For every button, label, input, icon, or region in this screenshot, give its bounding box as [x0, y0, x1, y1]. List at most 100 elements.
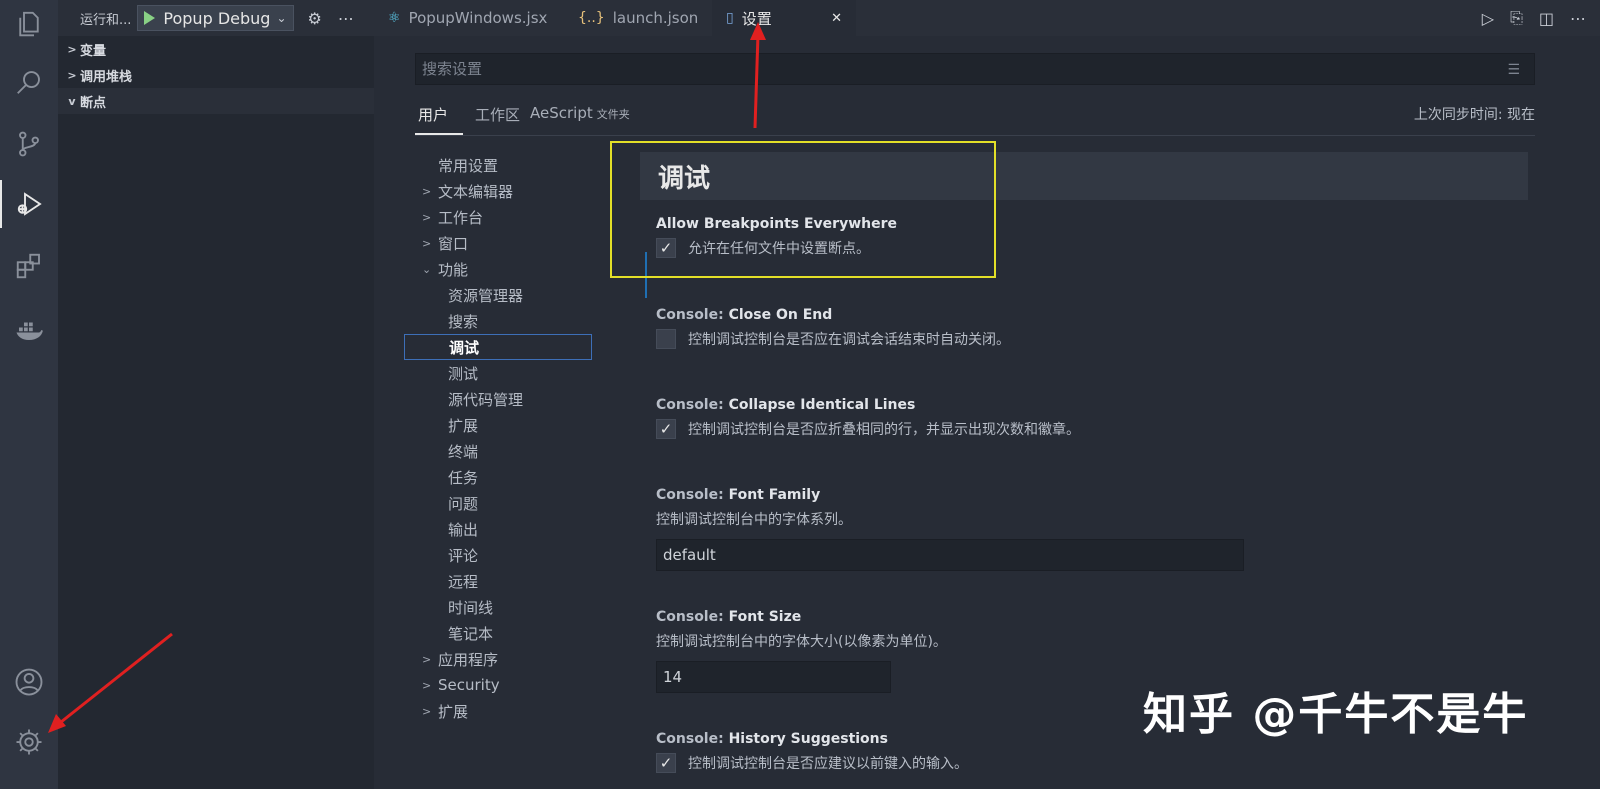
close-icon[interactable]: ✕ — [831, 11, 842, 26]
tab-label: PopupWindows.jsx — [408, 9, 548, 27]
search-input[interactable] — [422, 60, 1528, 78]
launch-config-select[interactable]: Popup Debug ⌄ — [137, 5, 294, 31]
run-view-header: 运行和... Popup Debug ⌄ ⚙ ⋯ — [58, 0, 374, 36]
tab-popupwindows[interactable]: ⚛ PopupWindows.jsx — [374, 0, 561, 36]
extensions-icon[interactable] — [0, 242, 58, 290]
run-view-title: 运行和... — [80, 12, 132, 28]
toc-item-label: 时间线 — [448, 598, 494, 617]
font-size-input[interactable]: 14 — [656, 661, 891, 693]
toc-item-label: 资源管理器 — [448, 286, 524, 305]
annotation-arrow-gear — [48, 632, 173, 733]
toc-item-label: 应用程序 — [438, 650, 499, 669]
more-actions-icon[interactable]: ⋯ — [1570, 9, 1586, 28]
toc-item[interactable]: 时间线 — [404, 594, 594, 620]
toc-item-label: Security — [438, 676, 500, 694]
filter-icon[interactable]: ☰ — [1507, 62, 1520, 78]
toc-item[interactable]: 扩展 — [404, 412, 594, 438]
checkbox[interactable] — [656, 329, 676, 349]
setting-description: 控制调试控制台是否应在调试会话结束时自动关闭。 — [688, 332, 1010, 348]
setting-title: Console: Close On End — [656, 307, 1010, 323]
annotation-arrow-up — [750, 22, 766, 129]
tab-label: launch.json — [612, 9, 699, 27]
explorer-icon[interactable] — [0, 0, 58, 48]
setting-title: Console: Font Size — [656, 609, 891, 625]
toc-item[interactable]: 常用设置 — [404, 152, 594, 178]
setting-name: Font Family — [728, 487, 821, 503]
toc-item-label: 任务 — [448, 468, 479, 487]
toc-item[interactable]: 终端 — [404, 438, 594, 464]
toc-item[interactable]: 搜索 — [404, 308, 594, 334]
toc-item-label: 常用设置 — [438, 156, 499, 175]
tab-workspace[interactable]: 工作区 — [475, 104, 520, 125]
checkbox[interactable]: ✓ — [656, 753, 676, 773]
toc-item[interactable]: 源代码管理 — [404, 386, 594, 412]
chevron-right-icon: > — [422, 678, 432, 692]
toc-item-label: 工作台 — [438, 208, 484, 227]
toc-item[interactable]: 问题 — [404, 490, 594, 516]
setting-name: Font Size — [728, 609, 802, 625]
setting-history-suggestions: Console: History Suggestions ✓ 控制调试控制台是否… — [656, 731, 968, 773]
toc-item[interactable]: > 窗口 — [404, 230, 594, 256]
open-json-icon[interactable]: ⎘ — [1510, 8, 1523, 28]
tab-launch-json[interactable]: {..} launch.json — [564, 0, 712, 36]
section-label: 变量 — [80, 43, 107, 59]
json-icon: {..} — [578, 10, 605, 26]
toc-item-label: 窗口 — [438, 234, 469, 253]
more-actions-icon[interactable]: ⋯ — [338, 9, 354, 28]
chevron-right-icon: > — [422, 704, 432, 718]
setting-description: 控制调试控制台中的字体大小(以像素为单位)。 — [656, 634, 947, 650]
source-control-icon[interactable] — [0, 120, 58, 168]
editor-tabs: ⚛ PopupWindows.jsx {..} launch.json ▯ 设置… — [374, 0, 1600, 36]
setting-name: History Suggestions — [728, 731, 888, 747]
checkbox[interactable]: ✓ — [656, 419, 676, 439]
toc-item[interactable]: > Security — [404, 672, 594, 698]
setting-category: Console: — [656, 397, 729, 413]
setting-font-size: Console: Font Size 控制调试控制台中的字体大小(以像素为单位)… — [656, 609, 947, 693]
font-family-input[interactable]: default — [656, 539, 1244, 571]
toc-item[interactable]: > 扩展 — [404, 698, 594, 724]
toc-item[interactable]: 远程 — [404, 568, 594, 594]
toc-item-label: 远程 — [448, 572, 479, 591]
setting-category: Console: — [656, 307, 729, 323]
toc-item-label: 功能 — [438, 260, 469, 279]
chevron-down-icon[interactable]: ⌄ — [276, 11, 286, 25]
toc-item[interactable]: 调试 — [404, 334, 592, 360]
setting-category: Console: — [656, 609, 729, 625]
toc-item[interactable]: ⌄ 功能 — [404, 256, 594, 282]
section-variables[interactable]: > 变量 — [58, 36, 374, 62]
split-editor-icon[interactable]: ◫ — [1539, 9, 1554, 28]
toc-item-label: 文本编辑器 — [438, 182, 514, 201]
toc-item[interactable]: > 文本编辑器 — [404, 178, 594, 204]
docker-icon[interactable] — [0, 306, 58, 354]
toc-item[interactable]: > 应用程序 — [404, 646, 594, 672]
run-debug-icon[interactable] — [0, 180, 58, 228]
tab-user[interactable]: 用户 — [418, 104, 448, 125]
search-icon[interactable] — [0, 58, 58, 106]
section-breakpoints[interactable]: v 断点 — [58, 88, 374, 114]
toc-item-label: 笔记本 — [448, 624, 494, 643]
highlight-box — [610, 141, 996, 278]
chevron-down-icon: v — [68, 94, 76, 108]
setting-name: Close On End — [728, 307, 833, 323]
settings-gear-icon[interactable]: ⚙ — [308, 9, 322, 28]
run-icon[interactable]: ▷ — [1482, 9, 1494, 28]
toc-item[interactable]: 测试 — [404, 360, 594, 386]
setting-close-on-end: Console: Close On End 控制调试控制台是否应在调试会话结束时… — [656, 307, 1010, 349]
section-callstack[interactable]: > 调用堆栈 — [58, 62, 374, 88]
toc-item-label: 搜索 — [448, 312, 479, 331]
toc-item[interactable]: 任务 — [404, 464, 594, 490]
tab-folder[interactable]: AeScript 文件夹 — [530, 104, 630, 122]
toc-item[interactable]: > 工作台 — [404, 204, 594, 230]
setting-description: 控制调试控制台是否应建议以前键入的输入。 — [688, 756, 968, 772]
settings-search: ☰ — [415, 53, 1535, 85]
start-debug-icon[interactable] — [144, 11, 156, 25]
toc-item-label: 输出 — [448, 520, 479, 539]
toc-item[interactable]: 输出 — [404, 516, 594, 542]
toc-item[interactable]: 评论 — [404, 542, 594, 568]
toc-item[interactable]: 笔记本 — [404, 620, 594, 646]
tab-settings[interactable]: ▯ 设置 ✕ — [712, 0, 856, 36]
chevron-right-icon: > — [67, 68, 77, 82]
toc-item[interactable]: 资源管理器 — [404, 282, 594, 308]
toc-item-label: 问题 — [448, 494, 479, 513]
toc-item-label: 源代码管理 — [448, 390, 524, 409]
